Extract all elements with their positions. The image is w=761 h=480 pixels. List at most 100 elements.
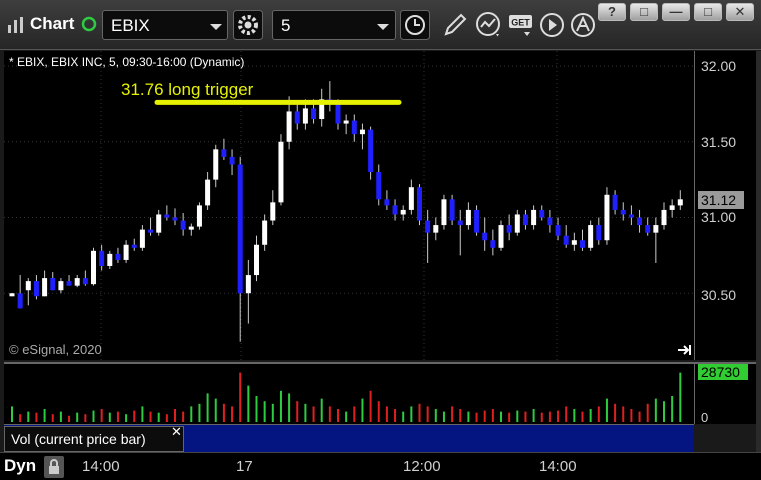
volume-bar	[385, 406, 388, 422]
candle	[653, 217, 659, 263]
candle	[42, 270, 48, 297]
volume-bar	[394, 409, 397, 422]
candle-body	[172, 217, 178, 221]
window-edge	[756, 51, 761, 452]
volume-bar	[402, 411, 405, 422]
candle-body	[580, 240, 585, 248]
candle-body	[156, 214, 162, 233]
y-tick-label: 31.50	[701, 134, 737, 150]
pencil-icon[interactable]	[440, 10, 470, 40]
candle	[139, 225, 145, 251]
lock-icon[interactable]	[44, 456, 64, 478]
volume-bar	[630, 409, 633, 422]
time-axis[interactable]: Dyn 14:00 17 12:00 14:00	[0, 452, 761, 480]
candle-body	[278, 141, 284, 203]
candle-body	[457, 220, 463, 226]
volume-bar	[663, 401, 665, 422]
candle	[555, 217, 561, 241]
minimize-button[interactable]: —	[662, 3, 690, 21]
y-tick-label: 32.00	[701, 58, 737, 74]
candle-body	[645, 225, 651, 233]
volume-bar	[198, 403, 201, 422]
y-tick-label: 30.50	[701, 287, 737, 303]
volume-bar	[279, 390, 282, 422]
candle-body	[628, 214, 634, 218]
candle-body	[498, 225, 504, 248]
link-status-icon[interactable]	[81, 16, 97, 32]
get-icon[interactable]: GET	[507, 10, 537, 40]
volume-bar	[206, 393, 209, 422]
volume-study-label[interactable]: Vol (current price bar)	[4, 426, 184, 452]
candle-body	[465, 209, 471, 226]
dynamic-mode-label[interactable]: Dyn	[4, 456, 36, 476]
price-chart[interactable]: 31.76 long trigger * EBIX, EBIX INC, 5, …	[4, 51, 694, 360]
candle-body	[376, 172, 382, 200]
x-tick-label: 17	[236, 458, 253, 475]
candle	[245, 259, 251, 324]
candle	[254, 235, 259, 282]
candle-body	[661, 209, 667, 226]
volume-bar	[337, 409, 339, 422]
volume-bar	[614, 403, 617, 422]
play-icon[interactable]	[538, 10, 568, 40]
candle	[359, 123, 365, 150]
candle-body	[58, 281, 64, 291]
chart-app-icon	[8, 17, 23, 33]
volume-chart-canvas[interactable]	[4, 364, 694, 424]
candle-body	[522, 214, 528, 226]
volume-bar	[353, 406, 356, 422]
candle-body	[441, 199, 447, 226]
help-button[interactable]: ?	[598, 3, 626, 21]
candle	[637, 209, 643, 233]
candle-body	[531, 209, 537, 226]
close-button[interactable]: ✕	[726, 3, 754, 21]
clock-icon[interactable]	[400, 10, 430, 40]
volume-bar	[622, 406, 625, 422]
candle-body	[229, 156, 235, 165]
candle-body	[270, 202, 276, 221]
trigger-annotation: 31.76 long trigger	[121, 80, 254, 99]
volume-bar	[377, 401, 380, 422]
candle-body	[343, 120, 349, 124]
candle-body	[205, 179, 211, 206]
candle	[351, 114, 357, 142]
scroll-to-end-icon[interactable]	[678, 345, 691, 355]
price-axis[interactable]: 32.00 31.50 31.00 30.50 31.12	[694, 51, 756, 360]
candle-body	[294, 111, 300, 124]
candle	[278, 134, 284, 206]
candle	[677, 190, 683, 210]
candle	[433, 217, 439, 241]
volume-bar	[100, 409, 103, 422]
candle	[376, 164, 382, 206]
volume-bar	[540, 412, 543, 422]
close-icon[interactable]: ✕	[171, 424, 182, 440]
volume-bar	[524, 411, 527, 422]
candle-body	[33, 281, 39, 297]
candle-body	[384, 199, 390, 206]
candle	[237, 156, 243, 342]
gear-icon[interactable]	[233, 10, 263, 40]
volume-bar	[434, 409, 437, 422]
volume-bar	[532, 409, 535, 422]
candle-body	[555, 225, 561, 236]
indicator-icon[interactable]	[474, 10, 504, 40]
candle	[563, 225, 569, 248]
candle	[661, 202, 667, 230]
maximize-button[interactable]: □	[694, 3, 722, 21]
interval-select[interactable]: 5	[272, 10, 396, 40]
candle	[539, 205, 545, 221]
price-chart-canvas[interactable]: 31.76 long trigger * EBIX, EBIX INC, 5, …	[4, 51, 694, 360]
symbol-select[interactable]: EBIX	[102, 10, 228, 40]
candle	[50, 272, 56, 291]
alert-icon[interactable]	[569, 10, 599, 40]
volume-bar	[174, 409, 176, 422]
volume-chart[interactable]	[4, 362, 694, 424]
interval-value: 5	[281, 16, 291, 35]
candle	[343, 114, 349, 135]
candle	[384, 190, 390, 210]
volume-bar	[557, 410, 560, 422]
restore-button[interactable]: □	[630, 3, 658, 21]
volume-bar	[451, 406, 454, 422]
volume-bar	[27, 411, 30, 422]
candle-body	[91, 250, 96, 285]
